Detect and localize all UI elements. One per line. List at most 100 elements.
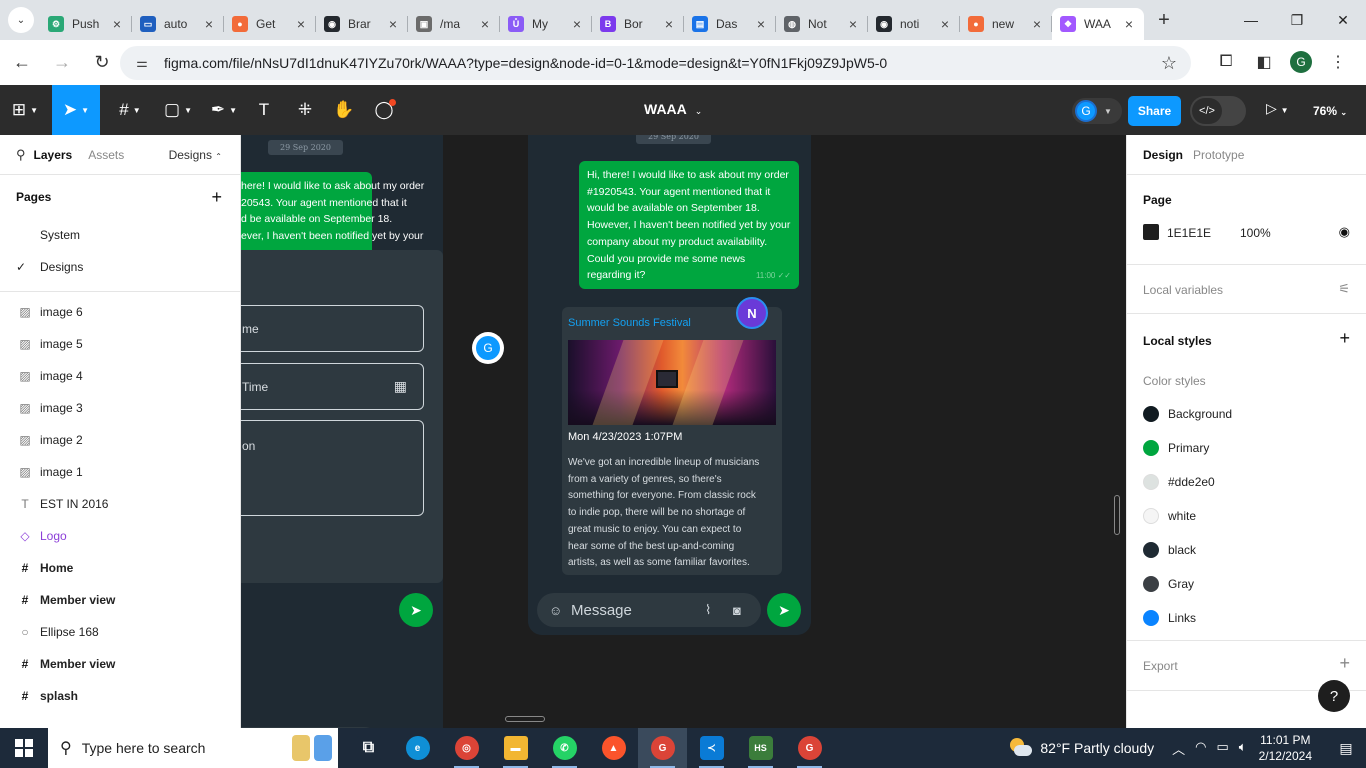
taskbar-app-hs-app[interactable]: HS [736,728,785,768]
dev-mode-toggle[interactable]: </> [1190,96,1246,126]
search-icon[interactable]: ⚲ [16,147,26,163]
tab-design[interactable]: Design [1143,148,1183,162]
move-tool-button[interactable]: ➤ ▼ [52,85,100,135]
browser-tab[interactable]: ❖ WAA × [1052,8,1144,40]
message-input-right[interactable]: ☺ Message ⌇ ◙ [537,593,761,627]
browser-tab[interactable]: ● Get × [224,8,316,40]
layer-item[interactable]: ▨ image 6 [0,296,240,328]
back-button[interactable]: ← [4,45,40,81]
taskbar-app-file-explorer[interactable]: ▬ [491,728,540,768]
partly-cloudy-icon[interactable] [1008,736,1033,760]
browser-tab[interactable]: Ů My × [500,8,592,40]
close-icon[interactable]: × [754,16,768,32]
forward-button[interactable]: → [44,45,80,81]
taskbar-app-vscode[interactable]: ≺ [687,728,736,768]
minimize-icon[interactable]: — [1228,0,1274,40]
document-title[interactable]: WAAA ⌄ [644,101,702,117]
close-icon[interactable]: × [846,16,860,32]
close-icon[interactable]: × [478,16,492,32]
layer-item[interactable]: ▨ image 2 [0,424,240,456]
browser-tab[interactable]: B Bor × [592,8,684,40]
share-button[interactable]: Share [1128,96,1181,126]
page-switcher[interactable]: Designs ⌃ [169,148,222,162]
present-button[interactable]: ▷ ▼ [1266,100,1289,117]
clock[interactable]: 11:01 PM 2/12/2024 [1259,732,1312,764]
layer-item[interactable]: # Member view [0,648,240,680]
chevron-up-icon[interactable]: ︿ [1172,739,1185,758]
page-item[interactable]: System [0,219,240,251]
phone-frame-left[interactable]: 29 Sep 2020 here! I would like to ask ab… [241,135,443,728]
wifi-icon[interactable]: ◠ [1195,739,1206,758]
comment-tool-button[interactable]: ◯ [370,85,398,135]
emoji-icon[interactable]: ☺ [549,603,562,618]
color-style-item[interactable]: #dde2e0 [1143,473,1215,491]
close-icon[interactable]: × [110,16,124,32]
weather-text[interactable]: 82°F Partly cloudy [1040,740,1154,756]
resources-button[interactable]: ⁜ [290,85,320,135]
layer-item[interactable]: T EST IN 2016 [0,488,240,520]
layer-item[interactable]: ○ Ellipse 168 [0,616,240,648]
shape-tool-button[interactable]: ▢ ▼ [156,85,200,135]
attach-icon[interactable]: ⌇ [705,602,711,618]
reload-button[interactable]: ↻ [84,45,120,81]
page-item[interactable]: ✓ Designs [0,251,240,283]
add-style-button[interactable]: + [1339,328,1350,349]
collaborators[interactable]: G ▼ [1072,98,1122,124]
eye-icon[interactable]: ◉ [1339,224,1350,240]
volume-icon[interactable]: 🔈︎ [1239,739,1247,758]
taskbar-app-chrome[interactable]: ◎ [442,728,491,768]
frame-tool-button[interactable]: # ▼ [108,85,152,135]
tab-prototype[interactable]: Prototype [1193,148,1244,162]
add-export-button[interactable]: + [1339,653,1350,674]
notifications-icon[interactable]: ▤ [1326,728,1366,768]
layer-item[interactable]: ▨ image 3 [0,392,240,424]
menu-kebab-icon[interactable]: ⋮ [1326,48,1350,76]
close-icon[interactable]: × [202,16,216,32]
taskbar-app-chrome-profile-2[interactable]: G [785,728,834,768]
add-page-button[interactable]: + [211,187,222,208]
zoom-control[interactable]: 76% ⌄ [1313,104,1347,118]
design-canvas[interactable]: 29 Sep 2020 here! I would like to ask ab… [241,135,1126,728]
layer-item[interactable]: ▨ image 4 [0,360,240,392]
color-style-item[interactable]: Primary [1143,439,1209,457]
layer-item[interactable]: ▨ image 5 [0,328,240,360]
browser-tab[interactable]: ▣ /ma × [408,8,500,40]
vertical-scrollbar[interactable] [1114,495,1120,535]
close-window-icon[interactable]: ✕ [1320,0,1366,40]
bookmark-star-icon[interactable]: ☆ [1161,53,1177,74]
site-info-icon[interactable]: ⚌ [128,55,156,71]
taskbar-app-chrome-profile[interactable]: G [638,728,687,768]
browser-tab[interactable]: ▭ auto × [132,8,224,40]
camera-icon[interactable]: ◙ [733,603,741,618]
local-variables-section[interactable]: Local variables ⚟ [1127,265,1366,314]
text-tool-button[interactable]: T [250,85,278,135]
taskbar-app-brave[interactable]: ▲ [589,728,638,768]
layer-item[interactable]: # Home [0,552,240,584]
omnibox[interactable]: ⚌ figma.com/file/nNsU7dI1dnuK47IYZu70rk/… [120,46,1191,80]
taskbar-search[interactable]: ⚲ Type here to search [48,728,338,768]
page-opacity[interactable]: 100% [1240,226,1271,240]
browser-tab[interactable]: ◍ Not × [776,8,868,40]
horizontal-scrollbar[interactable] [505,716,545,722]
help-button[interactable]: ? [1318,680,1350,712]
color-style-item[interactable]: Background [1143,405,1232,423]
battery-icon[interactable]: ▭ [1217,739,1229,758]
layer-item[interactable]: # splash [0,680,240,712]
color-style-item[interactable]: black [1143,541,1196,559]
tab-assets[interactable]: Assets [88,148,124,162]
page-color-swatch[interactable] [1143,224,1159,240]
name-field[interactable]: me [241,305,424,352]
browser-tab[interactable]: ● new × [960,8,1052,40]
send-button-right[interactable]: ➤ [767,593,801,627]
color-style-item[interactable]: Links [1143,609,1196,627]
new-tab-button[interactable]: + [1150,9,1178,32]
layer-item[interactable]: ◇ Logo [0,520,240,552]
browser-tab[interactable]: ◉ Brar × [316,8,408,40]
browser-tab[interactable]: ◉ noti × [868,8,960,40]
close-icon[interactable]: × [662,16,676,32]
color-style-item[interactable]: Gray [1143,575,1194,593]
page-color-hex[interactable]: 1E1E1E [1167,226,1211,240]
extensions-icon[interactable]: ⧠ [1214,48,1238,76]
close-icon[interactable]: × [294,16,308,32]
close-icon[interactable]: × [570,16,584,32]
